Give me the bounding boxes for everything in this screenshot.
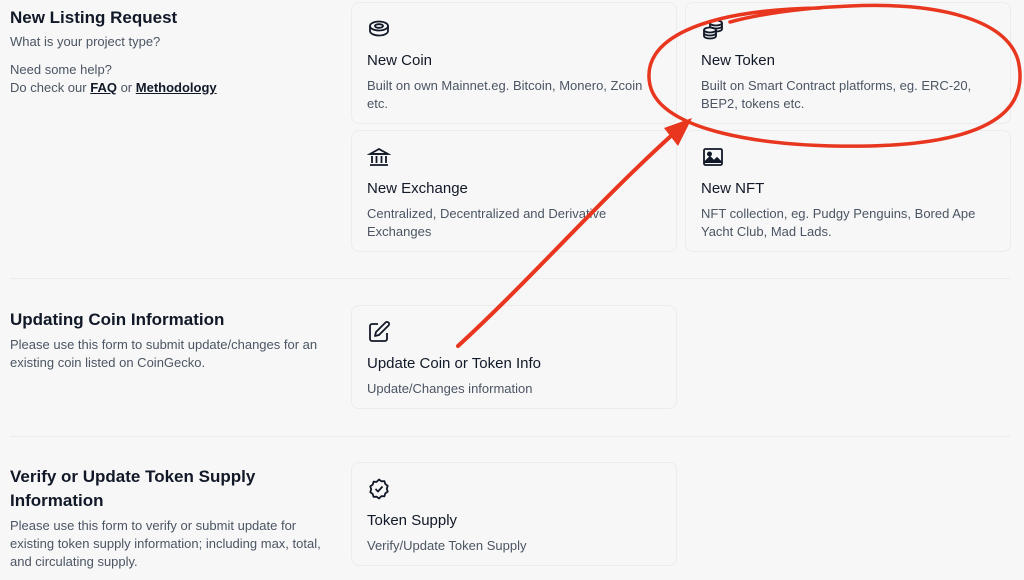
help-links: Do check our FAQ or Methodology	[10, 79, 217, 97]
new-token-title: New Token	[701, 52, 775, 69]
token-supply-title: Token Supply	[367, 512, 458, 529]
faq-link[interactable]: FAQ	[90, 80, 117, 95]
supply-desc: Please use this form to verify or submit…	[10, 518, 321, 569]
new-token-desc: Built on Smart Contract platforms, eg. E…	[701, 78, 972, 111]
methodology-link[interactable]: Methodology	[136, 80, 217, 95]
help-line: Need some help?	[10, 62, 112, 77]
new-token-card[interactable]: New Token Built on Smart Contract platfo…	[685, 2, 1011, 124]
new-nft-card[interactable]: New NFT NFT collection, eg. Pudgy Pengui…	[685, 130, 1011, 252]
new-coin-title: New Coin	[367, 52, 433, 69]
verified-badge-icon	[367, 477, 391, 501]
help-or: or	[120, 80, 133, 95]
section-divider	[10, 436, 1010, 437]
new-nft-desc: NFT collection, eg. Pudgy Penguins, Bore…	[701, 206, 976, 239]
help-prefix: Do check our	[10, 80, 87, 95]
update-title: Updating Coin Information	[10, 310, 225, 329]
token-supply-desc: Verify/Update Token Supply	[367, 538, 527, 553]
new-exchange-desc: Centralized, Decentralized and Derivativ…	[367, 206, 607, 239]
update-info-desc: Update/Changes information	[367, 381, 533, 396]
update-info-card[interactable]: Update Coin or Token Info Update/Changes…	[351, 305, 677, 409]
update-info-title: Update Coin or Token Info	[367, 355, 542, 372]
supply-title: Verify or Update Token Supply Informatio…	[10, 467, 256, 510]
section-divider	[10, 278, 1010, 279]
edit-icon	[367, 320, 391, 344]
new-exchange-title: New Exchange	[367, 180, 468, 197]
new-coin-card[interactable]: New Coin Built on own Mainnet.eg. Bitcoi…	[351, 2, 677, 124]
new-nft-title: New NFT	[701, 180, 765, 197]
bank-icon	[367, 145, 391, 169]
listing-title: New Listing Request	[10, 8, 178, 27]
image-icon	[701, 145, 725, 169]
coin-icon	[367, 17, 391, 41]
update-desc: Please use this form to submit update/ch…	[10, 337, 318, 370]
listing-subtitle: What is your project type?	[10, 34, 161, 49]
new-exchange-card[interactable]: New Exchange Centralized, Decentralized …	[351, 130, 677, 252]
coins-stack-icon	[701, 17, 725, 41]
token-supply-card[interactable]: Token Supply Verify/Update Token Supply	[351, 462, 677, 566]
new-coin-desc: Built on own Mainnet.eg. Bitcoin, Monero…	[367, 78, 643, 111]
